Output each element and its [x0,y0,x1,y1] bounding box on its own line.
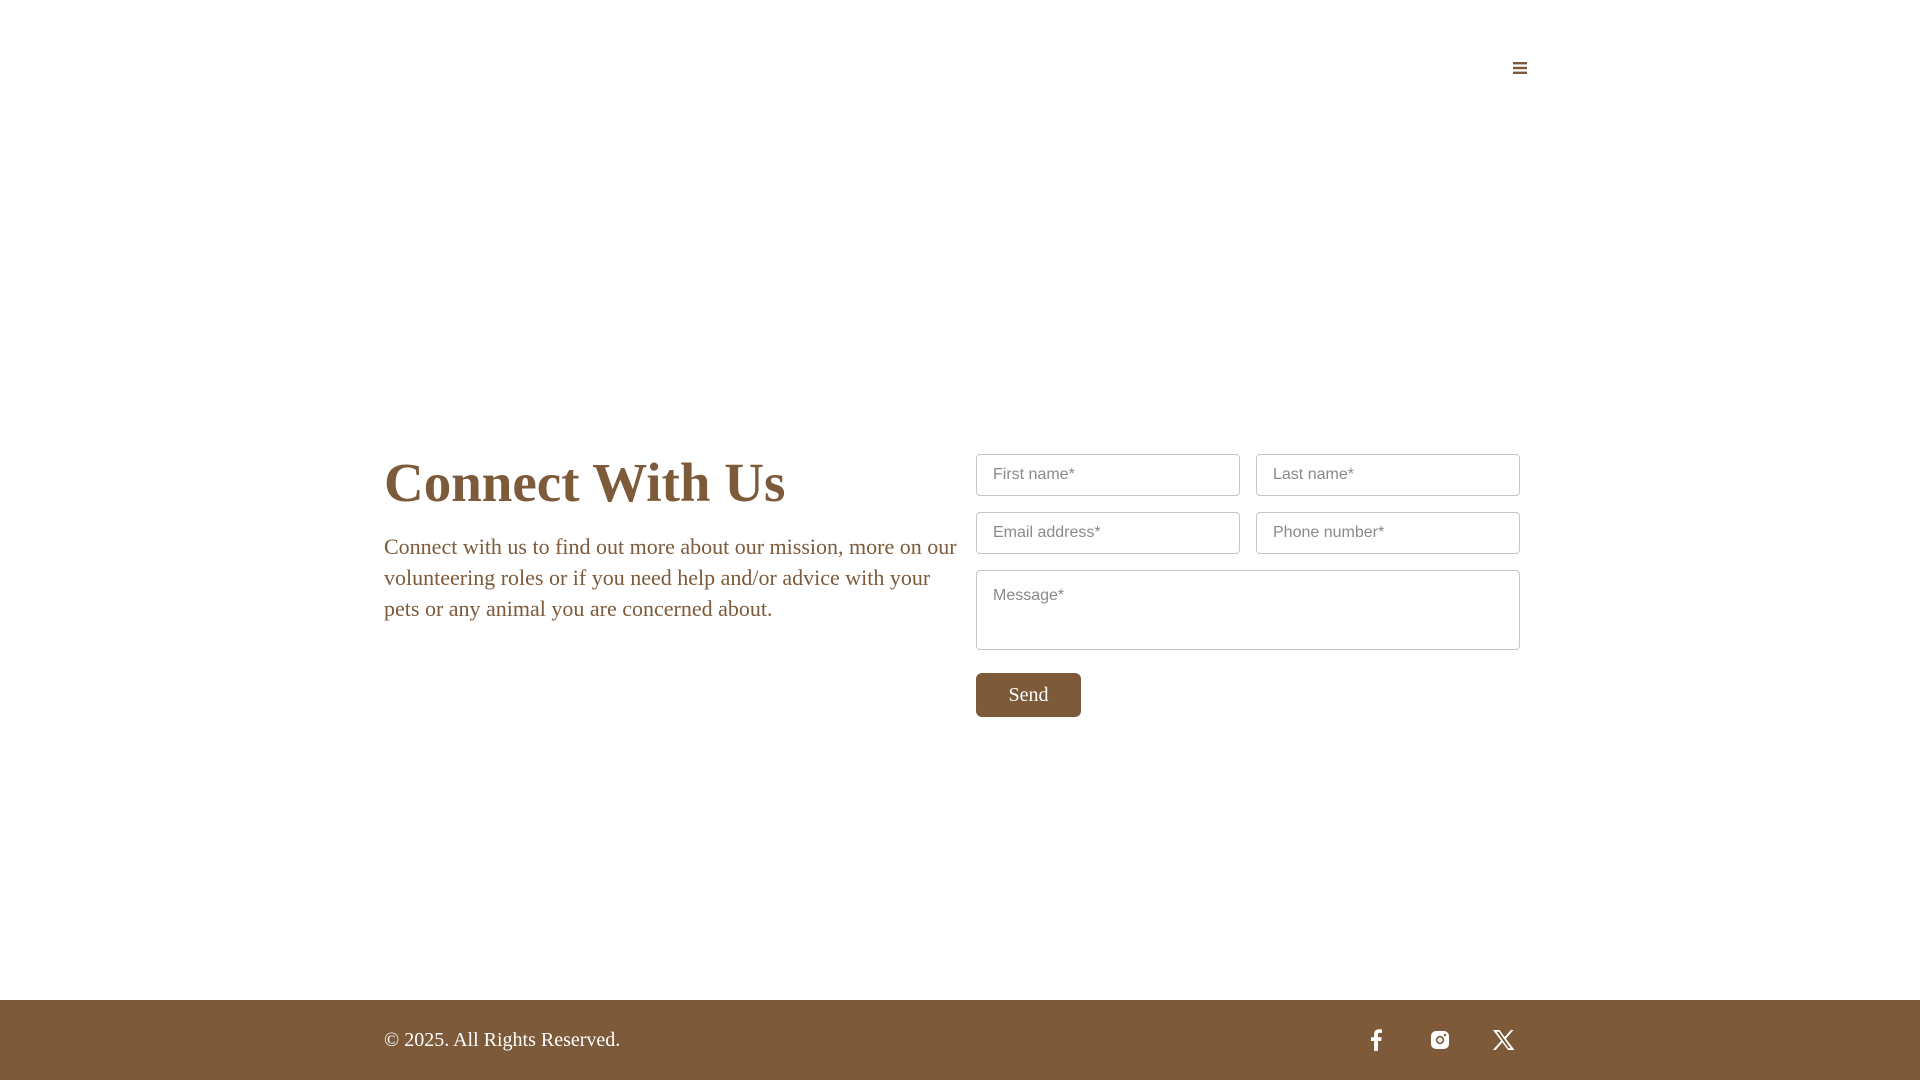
contact-intro: Connect With Us Connect with us to find … [384,450,964,624]
intro-text: Connect with us to find out more about o… [384,534,957,621]
first-name-field[interactable] [976,454,1240,496]
site-footer: © 2025. All Rights Reserved. [0,1000,1920,1080]
menu-button[interactable] [1503,54,1537,82]
message-field[interactable] [976,570,1520,650]
instagram-link[interactable] [1424,1024,1456,1056]
x-icon [1492,1030,1515,1050]
hamburger-menu-icon [1513,62,1527,74]
page-title: Connect With Us [384,452,786,513]
instagram-icon [1431,1031,1449,1049]
x-link[interactable] [1488,1024,1520,1056]
send-button[interactable]: Send [976,673,1081,717]
site-header [0,0,1920,136]
last-name-field[interactable] [1256,454,1520,496]
phone-field[interactable] [1256,512,1520,554]
facebook-icon [1370,1029,1382,1051]
copyright-text: © 2025. All Rights Reserved. [384,1029,621,1051]
email-field[interactable] [976,512,1240,554]
facebook-link[interactable] [1360,1024,1392,1056]
